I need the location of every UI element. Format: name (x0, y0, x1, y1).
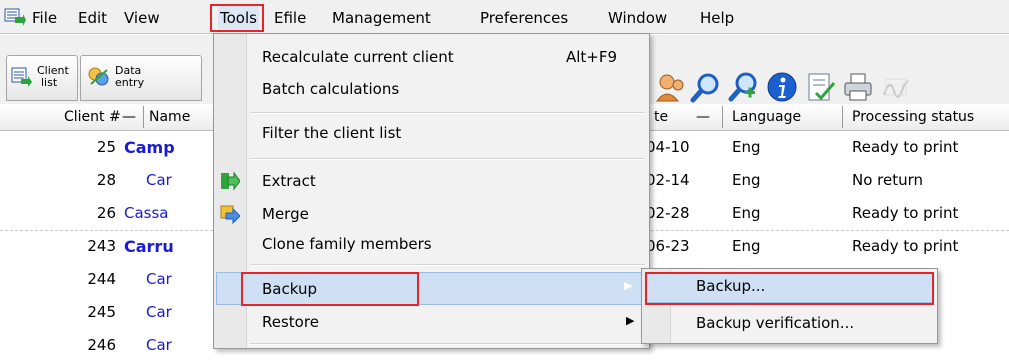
header-divider[interactable] (143, 106, 144, 128)
search-add-icon[interactable] (728, 71, 760, 103)
header-divider[interactable] (842, 106, 843, 128)
menu-efile[interactable]: Efile (274, 6, 306, 30)
backup-submenu: Backup... Backup verification... (641, 268, 938, 344)
menu-item-restore[interactable]: Restore (262, 313, 319, 331)
backup-red-highlight-box (241, 272, 419, 306)
date-cell: 02-14 (646, 171, 690, 189)
client-name-cell[interactable]: Car (146, 296, 172, 329)
search-icon[interactable] (690, 71, 722, 103)
client-number-cell: 245 (87, 303, 116, 321)
menu-item-merge[interactable]: Merge (262, 205, 309, 223)
header-divider[interactable] (722, 106, 723, 128)
language-cell: Eng (732, 204, 761, 222)
submenu-item-backup-verification[interactable]: Backup verification... (696, 314, 854, 332)
client-name-cell[interactable]: Camp (124, 131, 175, 164)
processing-status-cell: Ready to print (852, 204, 959, 222)
submenu-backup-red-highlight-box (645, 272, 934, 305)
menu-bar: File Edit View Tools Efile Management Pr… (0, 0, 1009, 34)
menu-preferences[interactable]: Preferences (480, 6, 568, 30)
date-cell: 02-28 (646, 204, 690, 222)
language-cell: Eng (732, 138, 761, 156)
printer-icon[interactable] (842, 71, 874, 103)
client-list-label-2: list (41, 76, 58, 89)
menu-management[interactable]: Management (332, 6, 431, 30)
client-list-label-1: Client (37, 64, 69, 77)
extract-icon (221, 171, 240, 191)
app-icon (4, 8, 26, 26)
menu-item-extract[interactable]: Extract (262, 172, 316, 190)
client-name-cell[interactable]: Cassa (124, 197, 169, 230)
checklist-icon[interactable] (804, 71, 836, 103)
date-cell: 06-23 (646, 237, 690, 255)
date-cell: 04-10 (646, 138, 690, 156)
processing-status-cell: Ready to print (852, 138, 959, 156)
menu-edit[interactable]: Edit (78, 6, 107, 30)
client-name-cell[interactable]: Car (146, 263, 172, 296)
client-name-cell[interactable]: Car (146, 164, 172, 197)
header-client-number[interactable]: Client # (64, 104, 121, 130)
header-name[interactable]: Name (149, 104, 190, 130)
menu-separator (250, 112, 645, 114)
menu-separator (250, 264, 645, 266)
data-entry-label-2: entry (115, 76, 145, 89)
signature-icon[interactable] (880, 71, 912, 103)
menu-item-clone-family-members[interactable]: Clone family members (262, 235, 432, 253)
client-name-cell[interactable]: Carru (124, 230, 174, 263)
client-list-tab[interactable]: Client list (6, 55, 78, 101)
menu-window[interactable]: Window (608, 6, 667, 30)
tools-dropdown-menu: Recalculate current client Alt+F9 Batch … (213, 33, 650, 349)
recalculate-shortcut: Alt+F9 (566, 48, 618, 66)
tools-menu-highlight (210, 4, 264, 32)
info-icon[interactable] (766, 71, 798, 103)
client-number-cell: 25 (96, 138, 116, 156)
menu-item-filter-client-list[interactable]: Filter the client list (262, 124, 401, 142)
menu-separator (250, 158, 645, 160)
client-number-cell: 243 (87, 237, 116, 255)
menu-view[interactable]: View (124, 6, 160, 30)
client-number-cell: 28 (96, 171, 116, 189)
header-language[interactable]: Language (732, 104, 801, 130)
menu-item-batch-calculations[interactable]: Batch calculations (262, 80, 399, 98)
client-name-cell[interactable]: Car (146, 329, 172, 362)
data-entry-icon (88, 67, 109, 86)
processing-status-cell: No return (852, 171, 924, 189)
data-entry-label-1: Data (115, 64, 142, 77)
header-date-sort-icon[interactable]: — (696, 104, 710, 130)
restore-submenu-arrow-icon: ▶ (626, 314, 635, 327)
people-icon[interactable] (654, 71, 686, 103)
menu-item-recalculate[interactable]: Recalculate current client (262, 48, 454, 66)
header-processing-status[interactable]: Processing status (852, 104, 974, 130)
menu-help[interactable]: Help (700, 6, 734, 30)
language-cell: Eng (732, 171, 761, 189)
language-cell: Eng (732, 237, 761, 255)
header-client-number-sort-icon[interactable]: — (122, 104, 136, 130)
client-list-icon (11, 67, 32, 87)
data-entry-tab[interactable]: Data entry (80, 55, 202, 101)
backup-submenu-arrow-icon: ▶ (624, 279, 633, 292)
header-date[interactable]: te (654, 104, 668, 130)
merge-icon (220, 205, 240, 224)
menu-separator (250, 343, 645, 345)
client-number-cell: 246 (87, 336, 116, 354)
processing-status-cell: Ready to print (852, 237, 959, 255)
menu-file[interactable]: File (32, 6, 57, 30)
client-number-cell: 26 (96, 204, 116, 222)
client-number-cell: 244 (87, 270, 116, 288)
